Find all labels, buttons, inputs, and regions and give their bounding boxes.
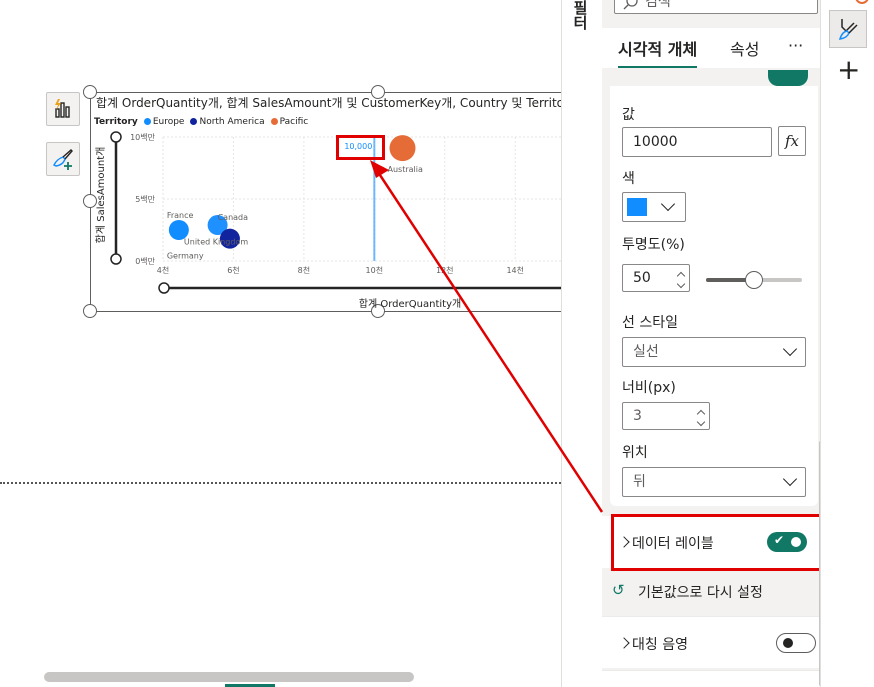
color-label: 색 [622, 171, 635, 187]
y-tick-label: 0백만 [135, 256, 155, 266]
add-icon[interactable]: + [837, 56, 860, 84]
x-tick-label: 6천 [227, 265, 239, 275]
transparency-spinner[interactable] [672, 264, 688, 292]
spin-down-icon [676, 279, 686, 289]
reset-default-button[interactable]: ↺ 기본값으로 다시 설정 [612, 580, 812, 604]
scatter-chart: 0백만5백만10백만4천 6천 8천 10천 12천 14천10,000FranceGer… [95, 131, 561, 310]
reset-icon: ↺ [612, 581, 625, 599]
value-label: 값 [622, 107, 635, 123]
x-zoom-handle [158, 282, 170, 294]
fx-button[interactable]: fx [778, 126, 806, 156]
symmetry-shading-label: 대칭 음영 [632, 637, 688, 653]
pane-search-input[interactable]: 검색 [614, 0, 818, 14]
x-tick-label: 8천 [298, 265, 310, 275]
reset-label: 기본값으로 다시 설정 [638, 585, 763, 601]
data-label: Germany [167, 251, 204, 260]
chevron-right-icon [618, 637, 630, 649]
x-tick-label: 10천 [366, 265, 384, 275]
value-input[interactable]: 10000 [622, 127, 772, 157]
x-tick-label: 14천 [506, 265, 524, 275]
more-options-button[interactable]: ··· [788, 36, 803, 55]
pane-tabs: 시각적 개체 속성 ··· [602, 28, 820, 68]
x-axis-title: 합계 OrderQuantity개 [359, 298, 461, 310]
x-tick-label: 4천 [157, 265, 169, 275]
y-tick-label: 5백만 [135, 194, 155, 204]
format-pane: 검색 시각적 개체 속성 ··· 값 10000 fx 색 투명도(%) 50 … [602, 0, 820, 687]
transparency-slider[interactable] [706, 271, 802, 289]
y-axis-title: 합계 SalesAmount개 [95, 147, 107, 244]
search-icon [623, 0, 638, 10]
y-zoom-handle [110, 253, 122, 265]
symmetry-shading-toggle[interactable] [776, 633, 816, 653]
visualizations-strip: + [820, 0, 874, 687]
position-label: 위치 [622, 445, 648, 461]
canvas-horizontal-scrollbar[interactable] [44, 672, 414, 682]
width-spinner[interactable] [692, 402, 708, 430]
line-style-dropdown[interactable]: 실선 [622, 337, 806, 367]
filters-label: 필터 [571, 0, 589, 30]
data-label: United Kingdom [184, 238, 248, 247]
data-label: Australia [388, 165, 423, 174]
line-style-value: 실선 [633, 344, 659, 360]
page-boundary-line [0, 482, 561, 484]
filters-strip[interactable]: 필터 [561, 0, 602, 687]
color-picker[interactable] [622, 192, 686, 222]
report-canvas[interactable]: 합계 OrderQuantity개, 합계 SalesAmount개 및 Cus… [0, 0, 561, 687]
color-swatch [627, 198, 647, 216]
position-dropdown[interactable]: 뒤 [622, 467, 806, 497]
partial-toggle-top[interactable] [768, 70, 808, 86]
data-label: Canada [218, 213, 249, 222]
visual-title: 합계 OrderQuantity개, 합계 SalesAmount개 및 Cus… [96, 96, 561, 110]
data-point [389, 135, 416, 162]
resize-handle-tl[interactable] [83, 85, 97, 99]
section-next-partial[interactable] [602, 670, 820, 687]
toggle-knob [783, 638, 793, 648]
width-label: 너비(px) [622, 380, 676, 396]
data-label: France [167, 211, 194, 220]
format-visual-button[interactable] [46, 142, 80, 176]
chevron-down-icon [660, 196, 676, 212]
x-tick-label: 12천 [436, 265, 454, 275]
transparency-label: 투명도(%) [622, 237, 685, 253]
highlight-box-reference-label [336, 135, 385, 160]
chevron-down-icon [782, 471, 798, 487]
chart-bolt-icon [55, 99, 70, 118]
line-style-label: 선 스타일 [622, 315, 678, 331]
slider-thumb[interactable] [745, 271, 763, 289]
spin-down-icon [696, 417, 706, 427]
smart-narrative-button[interactable] [46, 92, 80, 126]
reference-line-settings-card: 값 10000 fx 색 투명도(%) 50 선 스타일 실선 너비(px) 3 [610, 86, 818, 506]
tab-properties[interactable]: 속성 [730, 36, 759, 60]
paintbrush-add-icon [53, 149, 73, 170]
y-zoom-handle [110, 131, 122, 143]
badge-partial-icon [855, 0, 869, 4]
format-brush-icon [838, 19, 858, 40]
tab-visual[interactable]: 시각적 개체 [618, 36, 698, 68]
search-placeholder: 검색 [645, 0, 671, 10]
build-format-button[interactable] [829, 10, 867, 48]
section-symmetry-shading[interactable]: 대칭 음영 [602, 616, 820, 668]
y-tick-label: 10백만 [130, 132, 156, 142]
chevron-down-icon [782, 341, 798, 357]
position-value: 뒤 [633, 474, 646, 490]
highlight-box-data-labels [611, 514, 822, 571]
